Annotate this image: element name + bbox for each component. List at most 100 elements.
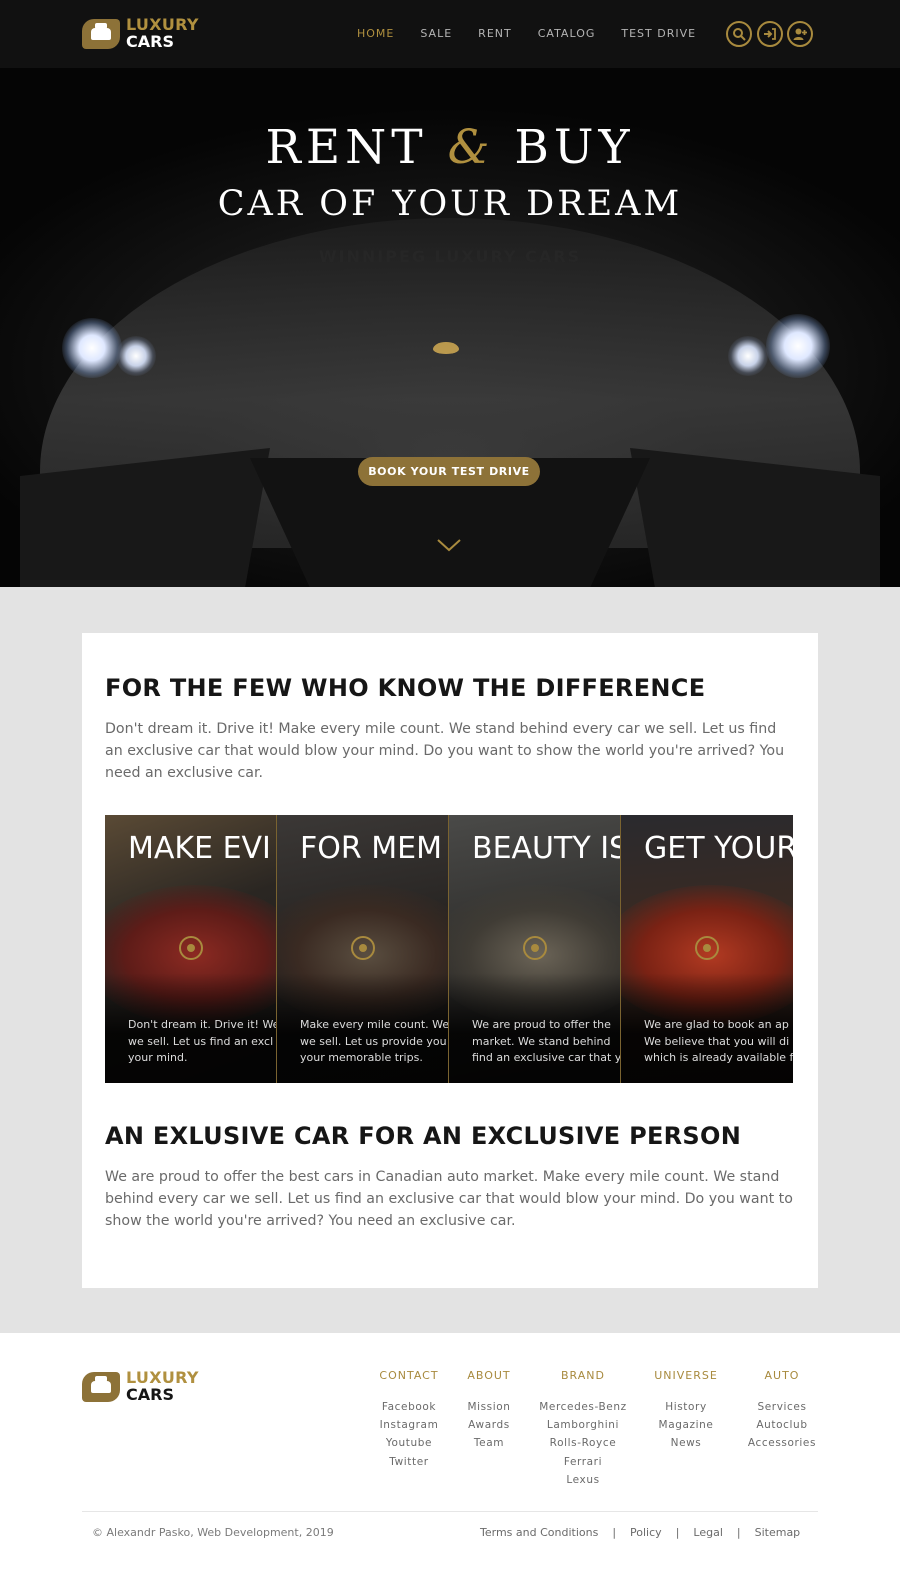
feature-panel[interactable]: FOR MEM Make every mile count. We we sel… (277, 815, 449, 1083)
footer-col-heading: ABOUT (467, 1369, 511, 1382)
nav-catalog[interactable]: CATALOG (538, 26, 596, 42)
panel-text-line: We are proud to offer the (472, 1018, 611, 1031)
panel-title: FOR MEM (300, 831, 442, 866)
add-user-button[interactable] (787, 21, 813, 47)
footer-col-universe: UNIVERSE History Magazine News (646, 1369, 726, 1453)
footer-divider (82, 1511, 818, 1512)
hero-title-buy: BUY (514, 120, 635, 175)
panel-text-line: your memorable trips. (300, 1051, 423, 1064)
headlight-left (62, 318, 122, 378)
logo-badge-icon (82, 19, 120, 49)
logo-word-cars: CARS (126, 32, 174, 51)
hero-title: RENT & BUY (0, 118, 900, 178)
panel-text: We are glad to book an ap We believe tha… (644, 1017, 793, 1067)
footer-link-youtube[interactable]: Youtube (374, 1434, 444, 1452)
feature-panels: MAKE EVI Don't dream it. Drive it! We we… (105, 815, 793, 1083)
nav-rent[interactable]: RENT (478, 26, 512, 42)
nav-home[interactable]: HOME (357, 26, 394, 42)
chevron-down-icon[interactable] (436, 537, 462, 553)
section-text-exclusive: We are proud to offer the best cars in C… (105, 1169, 793, 1229)
logo-badge-icon (82, 1372, 120, 1402)
site-footer: LUXURY CARS CONTACT Facebook Instagram Y… (0, 1333, 900, 1577)
legal-link[interactable]: Legal (693, 1526, 722, 1540)
legal-separator: | (612, 1526, 617, 1539)
target-icon[interactable] (179, 936, 203, 960)
book-test-drive-button[interactable]: BOOK YOUR TEST DRIVE (358, 457, 540, 486)
sitemap-link[interactable]: Sitemap (755, 1526, 801, 1540)
feature-panel[interactable]: BEAUTY IS We are proud to offer the mark… (449, 815, 621, 1083)
target-icon[interactable] (351, 936, 375, 960)
panel-text-line: which is already available f (644, 1051, 793, 1064)
headlight-left-inner (116, 336, 156, 376)
footer-link-lexus[interactable]: Lexus (533, 1471, 633, 1489)
footer-link-facebook[interactable]: Facebook (374, 1398, 444, 1416)
terms-link[interactable]: Terms and Conditions (480, 1526, 598, 1540)
search-icon (733, 28, 746, 41)
nav-test-drive[interactable]: TEST DRIVE (621, 26, 696, 42)
panel-title: BEAUTY IS (472, 831, 621, 866)
footer-col-about: ABOUT Mission Awards Team (459, 1369, 519, 1453)
footer-col-auto: AUTO Services Autoclub Accessories (742, 1369, 822, 1453)
footer-link-news[interactable]: News (646, 1434, 726, 1452)
section-text-difference: Don't dream it. Drive it! Make every mil… (105, 721, 785, 781)
footer-link-instagram[interactable]: Instagram (374, 1416, 444, 1434)
feature-panel[interactable]: MAKE EVI Don't dream it. Drive it! We we… (105, 815, 277, 1083)
panel-text-line: your mind. (128, 1051, 188, 1064)
target-icon[interactable] (523, 936, 547, 960)
search-button[interactable] (726, 21, 752, 47)
headlight-right-inner (728, 336, 768, 376)
panel-text-line: we sell. Let us find an excl (128, 1034, 274, 1048)
footer-link-lamborghini[interactable]: Lamborghini (533, 1416, 633, 1434)
section-heading-difference: FOR THE FEW WHO KNOW THE DIFFERENCE (105, 674, 706, 702)
hero-subtitle: CAR OF YOUR DREAM (217, 184, 683, 224)
policy-link[interactable]: Policy (630, 1526, 662, 1540)
section-heading-exclusive: AN EXLUSIVE CAR FOR AN EXCLUSIVE PERSON (105, 1122, 742, 1150)
footer-link-mission[interactable]: Mission (459, 1398, 519, 1416)
footer-link-services[interactable]: Services (742, 1398, 822, 1416)
feature-panel[interactable]: GET YOUR We are glad to book an ap We be… (621, 815, 793, 1083)
copyright: © Alexandr Pasko, Web Development, 2019 (92, 1526, 334, 1539)
hero-tagline: WINNIPEG LUXURY CARS (318, 247, 582, 266)
footer-col-heading: CONTACT (379, 1369, 439, 1382)
footer-link-ferrari[interactable]: Ferrari (533, 1453, 633, 1471)
add-user-icon (793, 28, 807, 40)
legal-separator: | (675, 1526, 680, 1539)
footer-link-accessories[interactable]: Accessories (742, 1434, 822, 1452)
panel-text-line: Make every mile count. We (300, 1018, 449, 1031)
car-emblem-icon (433, 342, 459, 354)
legal-separator: | (736, 1526, 741, 1539)
footer-col-heading: AUTO (764, 1369, 800, 1382)
panel-title: GET YOUR (644, 831, 793, 866)
logo-word-cars: CARS (126, 1385, 174, 1404)
footer-logo[interactable]: LUXURY CARS (82, 1369, 212, 1407)
main-nav: HOME SALE RENT CATALOG TEST DRIVE (357, 26, 722, 42)
footer-col-heading: BRAND (561, 1369, 605, 1382)
footer-link-twitter[interactable]: Twitter (374, 1453, 444, 1471)
hero-title-rent: RENT (265, 120, 428, 175)
target-icon[interactable] (695, 936, 719, 960)
footer-link-autoclub[interactable]: Autoclub (742, 1416, 822, 1434)
footer-col-contact: CONTACT Facebook Instagram Youtube Twitt… (374, 1369, 444, 1471)
panel-title: MAKE EVI (128, 831, 271, 866)
hero-title-ampersand: & (447, 120, 495, 175)
panel-text-line: Don't dream it. Drive it! We (128, 1018, 277, 1031)
headlight-right (766, 314, 830, 378)
nav-sale[interactable]: SALE (420, 26, 452, 42)
hero-section: RENT & BUY CAR OF YOUR DREAM WINNIPEG LU… (0, 68, 900, 587)
sign-in-icon (764, 28, 776, 40)
panel-text-line: We are glad to book an ap (644, 1018, 789, 1031)
panel-text: We are proud to offer the market. We sta… (472, 1017, 620, 1067)
footer-col-heading: UNIVERSE (654, 1369, 718, 1382)
footer-link-rolls-royce[interactable]: Rolls-Royce (533, 1434, 633, 1452)
footer-link-mercedes-benz[interactable]: Mercedes-Benz (533, 1398, 633, 1416)
footer-link-magazine[interactable]: Magazine (646, 1416, 726, 1434)
logo[interactable]: LUXURY CARS (82, 16, 212, 54)
panel-text: Don't dream it. Drive it! We we sell. Le… (128, 1017, 277, 1067)
footer-col-brand: BRAND Mercedes-Benz Lamborghini Rolls-Ro… (533, 1369, 633, 1489)
footer-link-history[interactable]: History (646, 1398, 726, 1416)
footer-link-awards[interactable]: Awards (459, 1416, 519, 1434)
panel-text: Make every mile count. We we sell. Let u… (300, 1017, 449, 1067)
footer-link-team[interactable]: Team (459, 1434, 519, 1452)
site-header: LUXURY CARS HOME SALE RENT CATALOG TEST … (0, 0, 900, 68)
sign-in-button[interactable] (757, 21, 783, 47)
